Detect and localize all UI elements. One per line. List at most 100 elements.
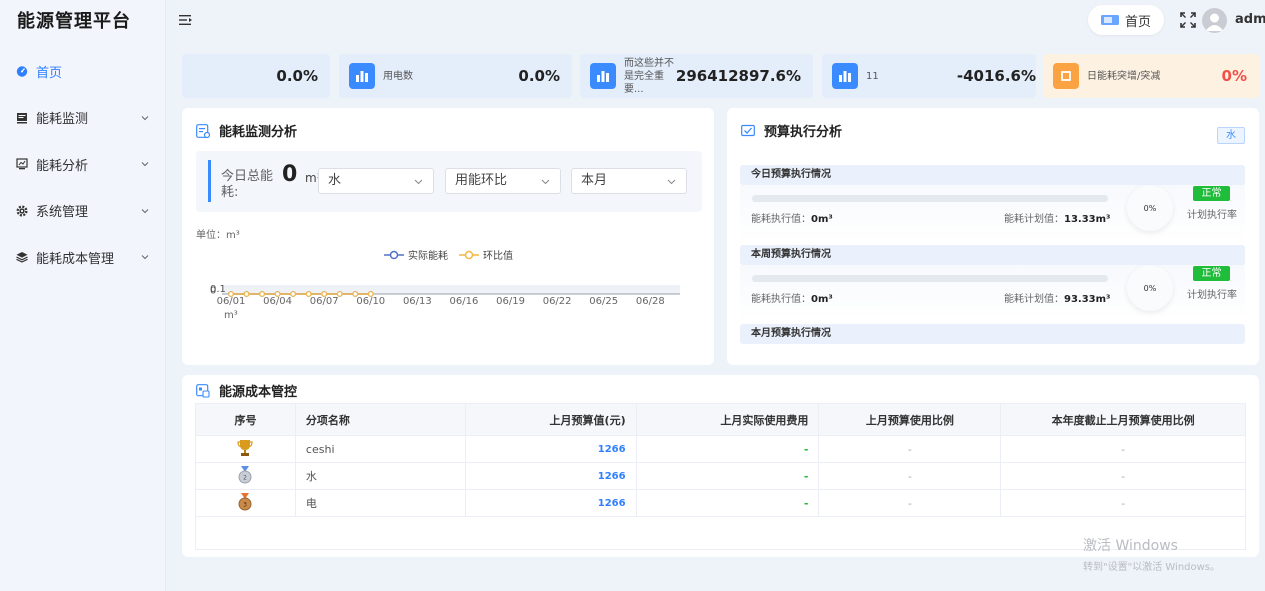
username[interactable]: admin	[1235, 12, 1265, 27]
avatar[interactable]	[1202, 8, 1227, 33]
last-month-budget: 1266	[464, 435, 637, 463]
plan-value-row: 能耗计划值：93.33m³	[1004, 290, 1110, 305]
bar-chart-icon	[832, 63, 858, 89]
exec-value-row: 能耗执行值：0m³	[751, 290, 833, 305]
execution-rate-ring: 0%	[1127, 185, 1173, 231]
monitor-icon	[16, 112, 28, 124]
legend-ratio[interactable]: 环比值	[459, 247, 513, 262]
rank-cell: 3	[195, 489, 296, 517]
budget-progress-bar	[752, 275, 1108, 282]
dashboard-icon	[16, 65, 28, 77]
rate-label: 计划执行率	[1187, 290, 1237, 301]
series-point-1[interactable]	[367, 291, 374, 297]
budget-panel: 预算执行分析 水 今日预算执行情况 能耗执行值：0m³ 能耗计划值：13.33m…	[727, 108, 1259, 365]
execution-rate-ring: 0%	[1127, 265, 1173, 311]
exec-value: 0m³	[811, 214, 833, 225]
app-title: 能源管理平台	[17, 11, 131, 32]
sidebar-item-monitor[interactable]: 能耗监测	[0, 95, 165, 142]
windows-activation-watermark: 激活 Windows 转到"设置"以激活 Windows。	[1083, 535, 1220, 573]
series-point-1[interactable]	[321, 291, 328, 297]
svg-text:3: 3	[244, 501, 248, 508]
silver-medal-icon: 2	[238, 465, 252, 483]
fullscreen-icon[interactable]	[1180, 12, 1196, 28]
accent-bar	[208, 160, 211, 202]
menu-fold-icon[interactable]	[179, 13, 193, 27]
monitor-panel: 能耗监测分析 今日总能耗: 0 m³ 水 用能环比 本月 单位：m³ 实际能耗 …	[182, 108, 714, 365]
series-point-1[interactable]	[336, 291, 343, 297]
select-value: 用能环比	[455, 173, 508, 188]
cost-title-text: 能源成本管控	[219, 385, 298, 400]
select-value: 水	[328, 173, 342, 188]
rank-cell: 2	[195, 462, 296, 490]
gear-icon	[16, 205, 28, 217]
exec-value-row: 能耗执行值：0m³	[751, 210, 833, 225]
select-value: 本月	[581, 173, 608, 188]
sidebar-item-analysis[interactable]: 能耗分析	[0, 141, 165, 188]
bronze-medal-icon: 3	[238, 492, 252, 510]
sidebar-item-cost[interactable]: 能耗成本管理	[0, 234, 165, 281]
checklist-icon	[741, 124, 755, 136]
sidebar-item-home[interactable]: 首页	[0, 48, 165, 95]
chevron-down-icon	[414, 179, 423, 185]
status-badge: 正常	[1193, 186, 1230, 201]
x-tick-label: 06/04	[263, 296, 292, 307]
column-header: 上月预算使用比例	[818, 403, 1002, 436]
chevron-down-icon	[667, 179, 676, 185]
column-header: 序号	[195, 403, 296, 436]
column-header: 上月预算值(元)	[464, 403, 637, 436]
stat-label: 日能耗突增/突减	[1087, 70, 1161, 82]
x-tick-label: 06/01	[217, 296, 246, 307]
item-name: 水	[294, 462, 466, 490]
column-header: 本年度截止上月预算使用比例	[1000, 403, 1246, 436]
legend-line-marker	[459, 250, 479, 259]
chevron-down-icon	[141, 115, 149, 120]
series-point-1[interactable]	[290, 291, 297, 297]
legend-actual-text: 实际能耗	[408, 251, 448, 262]
stat-label: 用电数	[383, 70, 413, 82]
energy-type-select[interactable]: 水	[318, 168, 434, 194]
chevron-down-icon	[541, 179, 550, 185]
series-point-1[interactable]	[228, 291, 234, 297]
plan-label: 能耗计划值：	[1004, 294, 1064, 305]
layers-icon	[16, 251, 28, 263]
series-point-1[interactable]	[259, 291, 265, 297]
legend-actual[interactable]: 实际能耗	[384, 247, 448, 262]
y-tick-label: 0	[210, 286, 216, 297]
stat-value: 296412897.6%	[675, 67, 801, 85]
chevron-down-icon	[141, 255, 149, 260]
monitor-summary-box: 今日总能耗: 0 m³ 水 用能环比 本月	[196, 151, 702, 212]
sidebar-item-label: 能耗监测	[36, 112, 89, 128]
last-month-actual: -	[635, 435, 820, 463]
series-point-1[interactable]	[305, 291, 312, 297]
last-month-ratio: -	[818, 462, 1002, 490]
budget-section-month: 本月预算执行情况	[740, 324, 1245, 344]
gold-trophy-icon	[237, 439, 254, 456]
stat-card: 而这些并不是完全重要... 296412897.6%	[580, 54, 813, 98]
sidebar-item-system[interactable]: 系统管理	[0, 188, 165, 235]
x-tick-label: 06/16	[450, 296, 479, 307]
table-row[interactable]: 2 水 1266 - - -	[195, 462, 1246, 490]
series-point-1[interactable]	[352, 291, 359, 297]
monitor-title-text: 能耗监测分析	[219, 125, 298, 140]
series-point-1[interactable]	[243, 291, 250, 297]
table-row[interactable]: ceshi 1266 - - -	[195, 435, 1246, 463]
series-point-1[interactable]	[274, 291, 281, 297]
period-select[interactable]: 本月	[571, 168, 687, 194]
year-ratio: -	[1000, 462, 1246, 490]
home-tab-button[interactable]: 首页	[1088, 5, 1164, 35]
energy-type-tag[interactable]: 水	[1217, 127, 1245, 144]
table-row[interactable]: 3 电 1266 - - -	[195, 489, 1246, 517]
compare-type-select[interactable]: 用能环比	[445, 168, 561, 194]
analysis-icon	[16, 158, 28, 170]
legend-line-marker	[384, 250, 404, 259]
watermark-line1: 激活 Windows	[1083, 538, 1178, 554]
budget-title-text: 预算执行分析	[764, 125, 843, 140]
x-tick-label: 06/10	[356, 296, 385, 307]
x-tick-label: 06/07	[310, 296, 339, 307]
cost-control-icon	[196, 383, 210, 398]
x-tick-label: 06/28	[636, 296, 665, 307]
sidebar-item-label: 能耗分析	[36, 158, 89, 174]
last-month-actual: -	[635, 462, 820, 490]
energy-trend-chart: 0.1006/01 06/04 06/07 06/10 06/13 06/16 06/19 0…	[210, 284, 680, 321]
stat-value: 0.0%	[518, 67, 560, 85]
